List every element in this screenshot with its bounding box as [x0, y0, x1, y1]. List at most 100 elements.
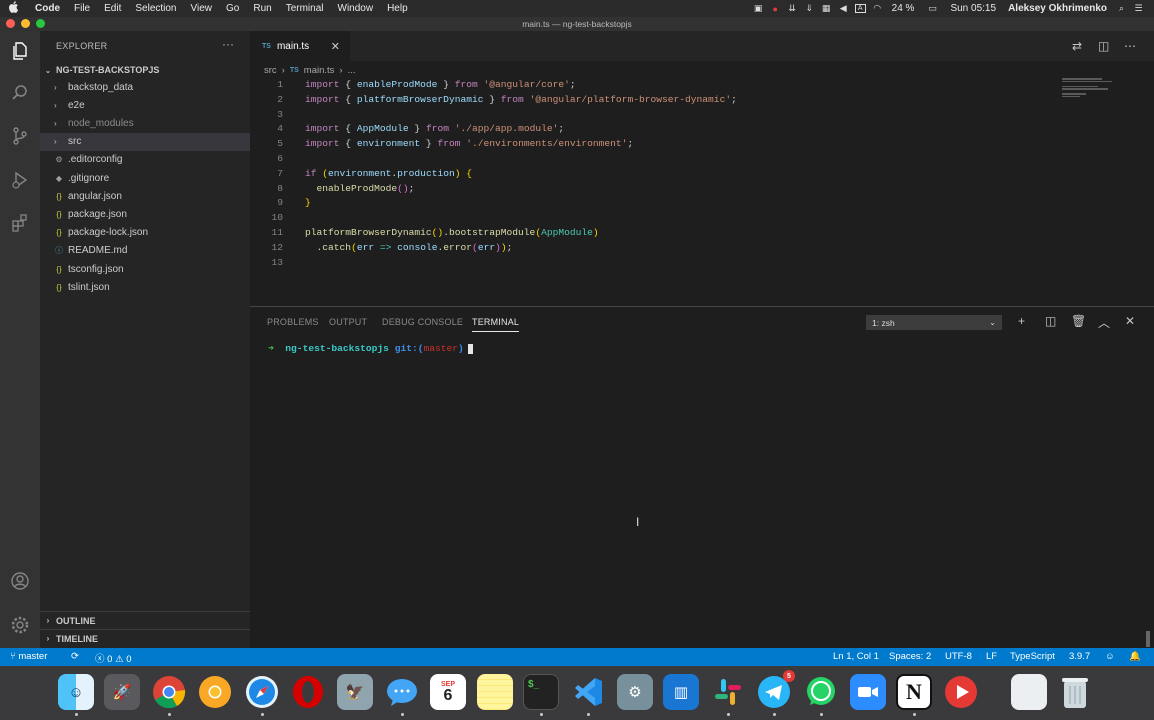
terminal-icon[interactable]: $_: [523, 674, 559, 710]
tree-item[interactable]: ⚙ .editorconfig: [40, 151, 250, 169]
menu-app-code[interactable]: Code: [28, 3, 67, 14]
volume-icon[interactable]: ◀: [838, 3, 849, 14]
encoding[interactable]: UTF-8: [945, 651, 972, 662]
close-icon[interactable]: ✕: [1125, 314, 1135, 328]
tree-item[interactable]: {} package.json: [40, 205, 250, 223]
safari-icon[interactable]: [244, 674, 280, 710]
trash-icon[interactable]: [1057, 674, 1093, 710]
run-debug-icon[interactable]: [8, 168, 32, 192]
settings-icon[interactable]: [8, 613, 32, 637]
notes-icon[interactable]: [477, 674, 513, 710]
camera-icon[interactable]: ▣: [753, 3, 764, 14]
notifications-icon[interactable]: 🔔: [1129, 651, 1141, 662]
vscode-icon[interactable]: [570, 674, 606, 710]
more-actions-icon[interactable]: ···: [222, 37, 234, 51]
split-terminal-icon[interactable]: ◫: [1045, 314, 1056, 328]
telegram-icon[interactable]: 5: [756, 670, 795, 710]
minimap[interactable]: [1062, 78, 1114, 98]
indentation[interactable]: Spaces: 2: [889, 651, 931, 662]
outline-section[interactable]: › OUTLINE: [40, 611, 250, 629]
trash-icon[interactable]: 🗑: [1071, 314, 1086, 328]
scrollbar[interactable]: [1146, 631, 1150, 647]
chrome-record-icon[interactable]: ●: [770, 4, 781, 14]
tab-problems[interactable]: PROBLEMS: [267, 317, 319, 327]
tree-item[interactable]: › node_modules: [40, 114, 250, 132]
tree-item[interactable]: › src: [40, 132, 250, 151]
apple-icon[interactable]: [0, 1, 28, 16]
chrome-icon[interactable]: [151, 674, 187, 710]
menu-run[interactable]: Run: [246, 3, 278, 14]
zoom-icon[interactable]: [850, 674, 886, 710]
sync-icon[interactable]: ⟳: [71, 651, 79, 662]
problems-indicator[interactable]: ⓧ 0 ⚠ 0: [95, 651, 132, 665]
tree-item[interactable]: {} tsconfig.json: [40, 260, 250, 278]
tree-item[interactable]: {} angular.json: [40, 187, 250, 205]
menu-go[interactable]: Go: [219, 3, 246, 14]
split-editor-icon[interactable]: ◫: [1098, 39, 1109, 53]
tab-main-ts[interactable]: TS main.ts ✕: [250, 31, 350, 61]
search-icon[interactable]: [8, 81, 32, 105]
end-of-line[interactable]: LF: [986, 651, 997, 662]
tree-item[interactable]: {} tslint.json: [40, 278, 250, 296]
new-terminal-icon[interactable]: +: [1018, 314, 1025, 328]
tree-item[interactable]: ◆ .gitignore: [40, 169, 250, 187]
menu-edit[interactable]: Edit: [97, 3, 128, 14]
download-icon[interactable]: ⇊: [787, 3, 798, 14]
documents-icon[interactable]: [1011, 674, 1047, 710]
control-center-icon[interactable]: ☰: [1133, 3, 1144, 14]
calendar-icon[interactable]: SEP 6: [430, 674, 466, 710]
more-actions-icon[interactable]: ⋯: [1124, 39, 1136, 53]
terminal-output[interactable]: ➜ ng-test-backstopjs git:(master): [268, 343, 473, 354]
opera-icon[interactable]: [290, 674, 326, 710]
tree-item[interactable]: {} package-lock.json: [40, 224, 250, 242]
terminal-select[interactable]: 1: zsh ⌄: [866, 315, 1002, 330]
grid-icon[interactable]: ▦: [821, 3, 832, 14]
tree-item[interactable]: › e2e: [40, 96, 250, 114]
slack-icon[interactable]: [710, 674, 746, 710]
download-2-icon[interactable]: ⇓: [804, 3, 815, 14]
branch-indicator[interactable]: ⑂ master: [10, 651, 47, 662]
menu-window[interactable]: Window: [331, 3, 381, 14]
menu-terminal[interactable]: Terminal: [279, 3, 331, 14]
keynote-icon[interactable]: ▥: [663, 674, 699, 710]
finder-icon[interactable]: ☺: [58, 674, 94, 710]
breadcrumb-symbols[interactable]: ...: [348, 65, 356, 76]
search-icon[interactable]: ⌕: [1116, 3, 1127, 14]
project-folder-header[interactable]: ⌄ NG-TEST-BACKSTOPJS: [40, 63, 250, 77]
notion-icon[interactable]: N: [896, 674, 932, 710]
ts-version[interactable]: 3.9.7: [1069, 651, 1090, 662]
menu-clock[interactable]: Sun 05:15: [950, 3, 996, 14]
whatsapp-icon[interactable]: [803, 674, 839, 710]
close-icon[interactable]: ✕: [331, 40, 340, 53]
breadcrumb-file[interactable]: main.ts: [304, 65, 335, 76]
compare-changes-icon[interactable]: ⇄: [1072, 39, 1082, 53]
chrome-canary-icon[interactable]: [197, 674, 233, 710]
tab-debug-console[interactable]: DEBUG CONSOLE: [382, 317, 463, 327]
tab-terminal[interactable]: TERMINAL: [472, 317, 520, 332]
account-icon[interactable]: [8, 569, 32, 593]
system-preferences-icon[interactable]: ⚙: [617, 674, 653, 710]
menu-selection[interactable]: Selection: [128, 3, 183, 14]
menu-file[interactable]: File: [67, 3, 97, 14]
menu-user[interactable]: Aleksey Okhrimenko: [1008, 3, 1107, 14]
timeline-section[interactable]: › TIMELINE: [40, 629, 250, 647]
language-mode[interactable]: TypeScript: [1010, 651, 1055, 662]
extensions-icon[interactable]: [8, 211, 32, 235]
input-method-icon[interactable]: A: [854, 4, 866, 13]
cursor-position[interactable]: Ln 1, Col 1: [833, 651, 879, 662]
preview-icon[interactable]: 🦅: [337, 674, 373, 710]
menu-help[interactable]: Help: [380, 3, 415, 14]
battery-icon[interactable]: ▭: [923, 3, 941, 14]
maximize-panel-icon[interactable]: ︿: [1098, 314, 1110, 331]
messages-icon[interactable]: [384, 674, 420, 710]
youtube-icon[interactable]: [943, 674, 979, 710]
tab-output[interactable]: OUTPUT: [329, 317, 367, 327]
tree-item[interactable]: › backstop_data: [40, 78, 250, 96]
launchpad-icon[interactable]: 🚀: [104, 674, 140, 710]
menu-view[interactable]: View: [184, 3, 220, 14]
feedback-icon[interactable]: ☺: [1105, 651, 1115, 662]
source-control-icon[interactable]: [8, 124, 32, 148]
wifi-icon[interactable]: ◠: [872, 3, 883, 14]
tree-item[interactable]: ⓘ README.md: [40, 242, 250, 260]
breadcrumb-src[interactable]: src: [264, 65, 277, 76]
